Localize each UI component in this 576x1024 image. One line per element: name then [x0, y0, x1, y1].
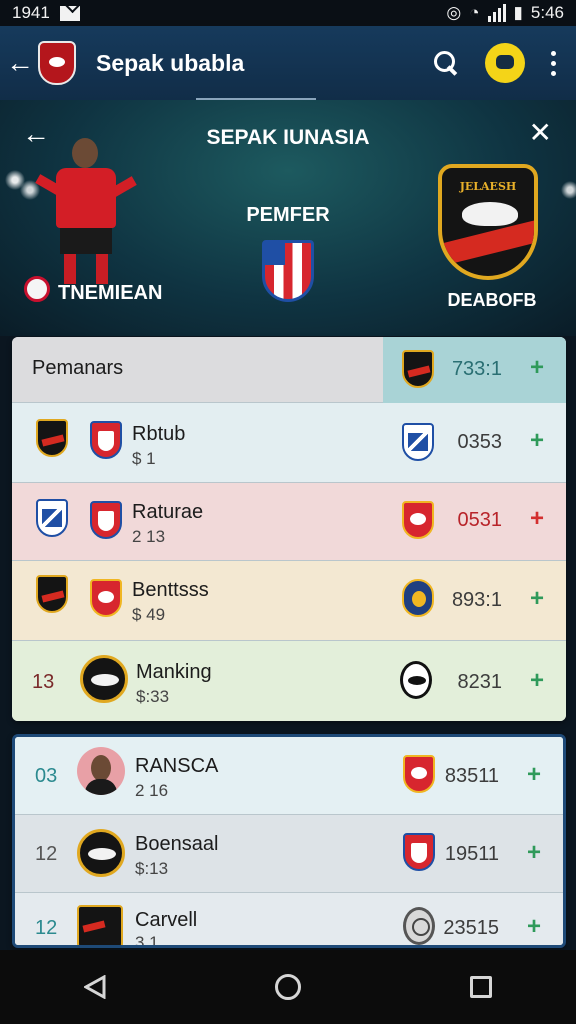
list-header-label: Pemanars: [32, 357, 124, 379]
list-header: Pemanars 733:1 +: [12, 337, 566, 403]
row-name: Carvell: [135, 909, 198, 931]
add-button[interactable]: +: [530, 667, 544, 695]
away-team-label: DEABOFB: [447, 290, 537, 310]
status-bar: 1941 ◎ ◔ ▮ 5:46: [0, 0, 576, 26]
row-sub: $ 1: [132, 449, 156, 468]
nav-home-icon[interactable]: [274, 974, 301, 1000]
competition-shield-icon: [262, 240, 314, 302]
row-rank: 12: [35, 843, 58, 865]
search-icon[interactable]: [433, 50, 459, 76]
row-name: Raturae: [132, 501, 204, 523]
add-button[interactable]: +: [527, 761, 541, 789]
list-item[interactable]: 13 Manking $:33 8231 +: [12, 641, 566, 721]
add-button[interactable]: +: [530, 585, 544, 613]
row-value: 83511: [444, 765, 499, 787]
status-time-left: 1941: [12, 3, 50, 22]
status-time-right: 5:46: [530, 3, 564, 22]
list-item[interactable]: 03 RANSCA 2 16 83511 +: [15, 737, 563, 815]
list-item[interactable]: Benttsss $ 49 893:1 +: [12, 561, 566, 641]
right-crest-icon: [403, 755, 435, 793]
team-crest-icon: [80, 655, 128, 703]
mail-icon: [59, 5, 80, 21]
right-crest-icon: [400, 661, 432, 699]
nav-recents-icon[interactable]: [469, 976, 492, 998]
row-value: 8231: [457, 671, 503, 693]
app-bar: ← Sepak ubabla: [0, 26, 576, 100]
row-value: 893:1: [451, 589, 502, 611]
football-icon: [24, 276, 50, 302]
add-button[interactable]: +: [530, 427, 544, 455]
players-list: 03 RANSCA 2 16 83511 + 12 Boensaal $:13 …: [12, 734, 566, 948]
row-value: 0531: [457, 509, 503, 531]
team-crest-icon: [77, 905, 123, 945]
home-team-label: TNEMIEAN: [58, 282, 163, 304]
row-value: 0353: [457, 431, 503, 453]
nav-back-icon[interactable]: [84, 975, 106, 999]
row-name: RANSCA: [135, 755, 219, 777]
header-value: 733:1: [451, 358, 502, 380]
assistant-bot-icon[interactable]: [485, 43, 525, 83]
list-item[interactable]: Rbtub $ 1 0353 +: [12, 403, 566, 483]
alarm-icon: ◎: [446, 3, 462, 22]
app-title: Sepak ubabla: [96, 49, 245, 76]
row-rank: 03: [35, 765, 58, 787]
team-crest-icon: [77, 829, 125, 877]
list-item[interactable]: 12 Carvell 3 1 23515 +: [15, 893, 563, 948]
system-nav-bar: [0, 950, 576, 1024]
team-crest-icon: [36, 419, 68, 457]
battery-icon: ▮: [513, 3, 523, 22]
player-avatar: [77, 747, 125, 795]
row-name: Boensaal: [135, 833, 219, 855]
row-sub: $ 49: [132, 605, 166, 624]
row-name: Rbtub: [132, 423, 186, 445]
signal-icon: [487, 4, 506, 22]
right-crest-icon: [402, 423, 434, 461]
row-rank: 12: [35, 917, 58, 939]
row-sub: 2 16: [135, 781, 169, 800]
add-button[interactable]: +: [527, 839, 541, 867]
team-crest-icon: [36, 499, 68, 537]
club-logo-icon: [38, 41, 76, 85]
list-item[interactable]: 12 Boensaal $:13 19511 +: [15, 815, 563, 893]
right-crest-icon: [402, 501, 434, 539]
row-sub: $:13: [135, 859, 169, 878]
row-sub: 2 13: [132, 527, 166, 546]
add-button[interactable]: +: [530, 505, 544, 533]
back-arrow-icon[interactable]: ←: [6, 47, 34, 79]
row-name: Manking: [136, 661, 212, 683]
crest-text: JELAESH: [459, 180, 517, 193]
right-crest-icon: [402, 579, 434, 617]
wifi-icon: ◔: [469, 3, 480, 22]
list-item[interactable]: Raturae 2 13 0531 +: [12, 483, 566, 561]
standings-list: Pemanars 733:1 + Rbtub $ 1 0353 + Ratura…: [12, 337, 566, 721]
match-hero: ← ✕ SEPAK IUNASIA TNEMIEAN PEMFER JELAES…: [0, 100, 576, 336]
opponent-crest-icon: [90, 501, 122, 539]
right-crest-icon: [403, 833, 435, 871]
opponent-crest-icon: [90, 421, 122, 459]
row-name: Benttsss: [132, 579, 209, 601]
header-crest-icon: [402, 350, 434, 388]
row-value: 19511: [444, 843, 499, 865]
row-sub: $:33: [136, 687, 170, 706]
row-rank: 13: [32, 671, 55, 693]
team-crest-icon: [36, 575, 68, 613]
row-value: 23515: [443, 917, 499, 939]
away-team-crest-icon: JELAESH: [438, 164, 538, 280]
add-button[interactable]: +: [527, 913, 541, 941]
more-options-icon[interactable]: [551, 50, 556, 76]
right-crest-icon: [403, 907, 435, 945]
row-sub: 3 1: [135, 933, 159, 948]
opponent-crest-icon: [90, 579, 122, 617]
header-add-button[interactable]: +: [530, 354, 544, 382]
